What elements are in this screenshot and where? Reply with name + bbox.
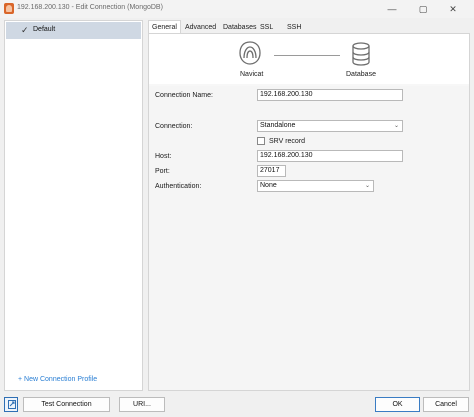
connection-select[interactable]: Standalone ⌄ <box>257 120 403 132</box>
tab-bar: General Advanced Databases SSL SSH <box>148 20 310 34</box>
navicat-label: Navicat <box>240 71 264 78</box>
connection-name-label: Connection Name: <box>155 92 213 99</box>
profile-item-label: Default <box>33 26 56 33</box>
connection-name-field[interactable]: 192.168.200.130 <box>257 89 403 101</box>
test-connection-button[interactable]: Test Connection <box>23 397 110 412</box>
link-icon <box>8 400 16 409</box>
tab-advanced[interactable]: Advanced <box>181 20 219 34</box>
uri-button[interactable]: URI... <box>119 397 165 412</box>
host-label: Host: <box>155 153 172 160</box>
database-label: Database <box>346 71 376 78</box>
general-tab-panel: Navicat Database Connection Name: 192.16… <box>148 33 470 391</box>
srv-record-checkbox[interactable] <box>257 137 265 145</box>
connection-diagram: Navicat Database <box>149 34 469 84</box>
minimize-button[interactable]: — <box>385 2 399 16</box>
connection-form: Connection Name: 192.168.200.130 Connect… <box>149 86 469 390</box>
authentication-select-value: None <box>260 182 277 189</box>
connection-link-button[interactable] <box>4 397 18 412</box>
chevron-down-icon: ⌄ <box>393 123 399 129</box>
tab-general[interactable]: General <box>148 20 181 34</box>
connector-line <box>274 55 340 56</box>
port-field[interactable]: 27017 <box>257 165 286 177</box>
tab-ssl[interactable]: SSL <box>256 20 283 34</box>
profile-item-default[interactable]: ✓ Default <box>6 22 141 39</box>
host-field[interactable]: 192.168.200.130 <box>257 150 403 162</box>
navicat-icon <box>239 41 261 65</box>
authentication-label: Authentication: <box>155 183 202 190</box>
close-button[interactable]: ✕ <box>446 2 460 16</box>
chevron-down-icon: ⌄ <box>364 183 370 189</box>
new-connection-profile-link[interactable]: + New Connection Profile <box>18 376 97 383</box>
navicat-app-icon <box>4 3 14 14</box>
port-label: Port: <box>155 168 170 175</box>
profile-list-panel: ✓ Default + New Connection Profile <box>4 20 143 391</box>
ok-button[interactable]: OK <box>375 397 420 412</box>
window-title: 192.168.200.130 - Edit Connection (Mongo… <box>17 4 163 11</box>
check-icon: ✓ <box>21 25 29 35</box>
tab-databases[interactable]: Databases <box>219 20 256 34</box>
srv-record-label: SRV record <box>269 138 306 145</box>
connection-label: Connection: <box>155 123 193 130</box>
database-icon <box>352 42 370 66</box>
connection-select-value: Standalone <box>260 122 296 129</box>
tab-ssh[interactable]: SSH <box>283 20 310 34</box>
authentication-select[interactable]: None ⌄ <box>257 180 374 192</box>
cancel-button[interactable]: Cancel <box>423 397 469 412</box>
maximize-button[interactable]: ▢ <box>416 2 430 16</box>
title-bar: 192.168.200.130 - Edit Connection (Mongo… <box>0 0 474 18</box>
